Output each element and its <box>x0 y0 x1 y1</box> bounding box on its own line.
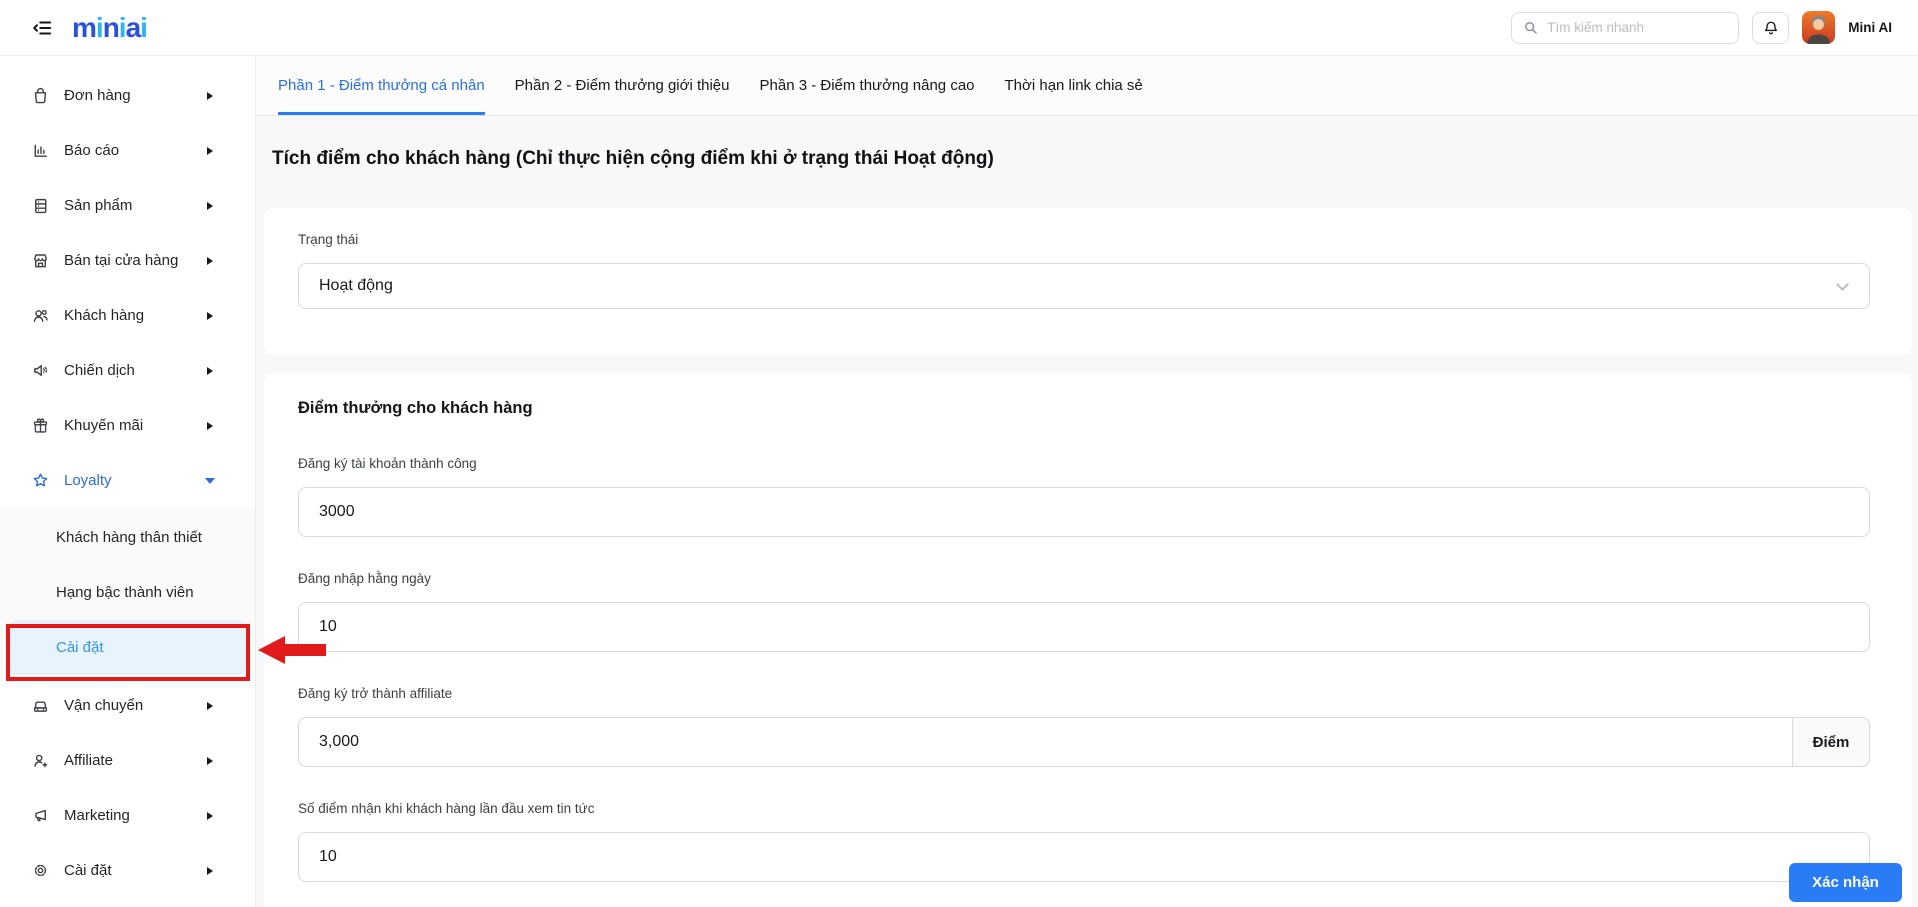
bell-icon <box>1762 19 1780 37</box>
speaker-icon <box>30 361 50 381</box>
points-card: Điểm thưởng cho khách hàng Đăng ký tài k… <box>264 373 1912 907</box>
status-select-value: Hoạt động <box>319 277 393 295</box>
chevron-right-icon <box>207 422 213 430</box>
chevron-right-icon <box>207 312 213 320</box>
shopping-bag-icon <box>30 86 50 106</box>
chevron-right-icon <box>207 812 213 820</box>
tab-phan-2[interactable]: Phần 2 - Điểm thưởng giới thiệu <box>500 56 745 115</box>
sidebar-item-don-hang[interactable]: Đơn hàng <box>0 68 255 123</box>
status-select[interactable]: Hoạt động <box>298 263 1870 309</box>
affiliate-points-input[interactable] <box>298 717 1792 767</box>
field-xem-tin-tuc: Số điểm nhận khi khách hàng lần đầu xem … <box>298 801 1870 882</box>
tab-thoi-han-link[interactable]: Thời hạn link chia sẻ <box>990 56 1158 115</box>
submenu-item-cai-dat[interactable]: Cài đặt <box>8 620 247 675</box>
product-list-icon <box>30 196 50 216</box>
sidebar-nav: Đơn hàng Báo cáo Sản phẩm <box>0 56 256 907</box>
sidebar-item-cai-dat[interactable]: Cài đặt <box>0 843 255 898</box>
main-content: Phần 1 - Điểm thưởng cá nhân Phần 2 - Đi… <box>256 56 1918 907</box>
megaphone-icon <box>30 806 50 826</box>
chevron-right-icon <box>207 867 213 875</box>
top-header: miniai <box>0 0 1918 56</box>
chevron-down-icon <box>205 478 215 484</box>
chevron-down-icon <box>1836 278 1849 291</box>
first-news-view-points-input[interactable] <box>298 832 1870 882</box>
sidebar-item-khuyen-mai[interactable]: Khuyến mãi <box>0 398 255 453</box>
chevron-right-icon <box>207 202 213 210</box>
status-card: Trạng thái Hoạt động <box>264 208 1912 355</box>
sidebar-item-bao-cao[interactable]: Báo cáo <box>0 123 255 178</box>
sidebar-item-affiliate[interactable]: Affiliate <box>0 733 255 788</box>
sidebar-item-ban-tai-cua-hang[interactable]: Bán tại cửa hàng <box>0 233 255 288</box>
user-name: Mini AI <box>1848 20 1892 35</box>
confirm-button[interactable]: Xác nhận <box>1789 863 1902 902</box>
field-dang-nhap-hang-ngay: Đăng nhập hằng ngày <box>298 571 1870 652</box>
bar-chart-icon <box>30 141 50 161</box>
chevron-right-icon <box>207 757 213 765</box>
status-label: Trạng thái <box>298 232 1870 247</box>
search-input[interactable] <box>1547 20 1728 35</box>
storefront-icon <box>30 251 50 271</box>
loyalty-submenu: Khách hàng thân thiết Hạng bậc thành viê… <box>0 508 255 678</box>
submenu-item-hang-bac-thanh-vien[interactable]: Hạng bậc thành viên <box>0 565 255 620</box>
page-title: Tích điểm cho khách hàng (Chỉ thực hiện … <box>272 148 1918 170</box>
field-dang-ky-affiliate: Đăng ký trở thành affiliate Điểm <box>298 686 1870 767</box>
search-icon <box>1522 19 1539 36</box>
quick-search <box>1511 12 1739 44</box>
chevron-right-icon <box>207 367 213 375</box>
signup-points-input[interactable] <box>298 487 1870 537</box>
sidebar-collapse-icon[interactable] <box>30 15 56 41</box>
users-icon <box>30 306 50 326</box>
tab-phan-1[interactable]: Phần 1 - Điểm thưởng cá nhân <box>263 56 500 115</box>
notifications-button[interactable] <box>1752 12 1789 44</box>
gift-icon <box>30 416 50 436</box>
gear-icon <box>30 861 50 881</box>
truck-icon <box>30 696 50 716</box>
sidebar-item-loyalty[interactable]: Loyalty <box>0 453 255 508</box>
chevron-right-icon <box>207 147 213 155</box>
sidebar-item-van-chuyen[interactable]: Vận chuyển <box>0 678 255 733</box>
sidebar-item-chien-dich[interactable]: Chiến dịch <box>0 343 255 398</box>
tab-bar: Phần 1 - Điểm thưởng cá nhân Phần 2 - Đi… <box>256 56 1918 116</box>
chevron-right-icon <box>207 92 213 100</box>
tab-phan-3[interactable]: Phần 3 - Điểm thưởng nâng cao <box>745 56 990 115</box>
chevron-right-icon <box>207 257 213 265</box>
miniai-logo[interactable]: miniai <box>72 12 147 44</box>
user-plus-icon <box>30 751 50 771</box>
section-title: Điểm thưởng cho khách hàng <box>298 399 1870 418</box>
star-icon <box>30 471 50 491</box>
submenu-item-khach-hang-than-thiet[interactable]: Khách hàng thân thiết <box>0 510 255 565</box>
app-root: miniai <box>0 0 1918 907</box>
daily-login-points-input[interactable] <box>298 602 1870 652</box>
user-avatar[interactable] <box>1802 11 1835 44</box>
points-unit-addon: Điểm <box>1792 717 1870 767</box>
sidebar-item-san-pham[interactable]: Sản phẩm <box>0 178 255 233</box>
field-dang-ky-tai-khoan: Đăng ký tài khoản thành công <box>298 456 1870 537</box>
sidebar-item-khach-hang[interactable]: Khách hàng <box>0 288 255 343</box>
sidebar-item-marketing[interactable]: Marketing <box>0 788 255 843</box>
chevron-right-icon <box>207 702 213 710</box>
